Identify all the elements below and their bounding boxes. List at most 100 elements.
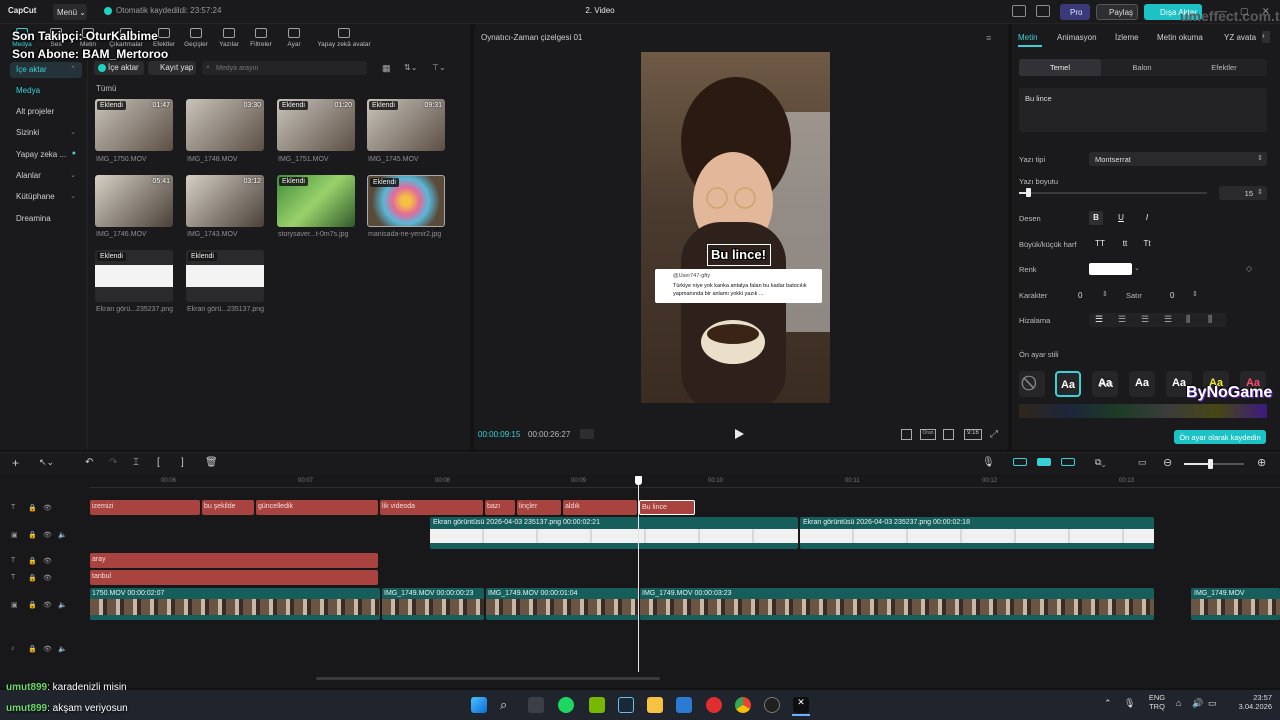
capcut-icon[interactable]: ✕: [793, 697, 809, 713]
video-preview[interactable]: [641, 52, 830, 403]
size-slider-knob[interactable]: [1026, 188, 1032, 197]
tab-animation[interactable]: Animasyon: [1057, 33, 1097, 42]
align-right-icon[interactable]: ☰: [1141, 314, 1149, 325]
subtab-bubble[interactable]: Balon: [1101, 59, 1183, 76]
toolbar-ai-avatar[interactable]: Yapay zekâ avatar: [314, 26, 374, 52]
align-justify-icon[interactable]: ☰: [1164, 314, 1172, 325]
video-clip[interactable]: IMG_1749.MOV 00:00:01:04: [486, 588, 638, 620]
timeline-scrollbar[interactable]: [316, 677, 660, 680]
text-clip[interactable]: aldık: [563, 500, 637, 515]
media-thumb[interactable]: 05:41: [95, 175, 173, 227]
stepper-icon[interactable]: ⇕: [1102, 290, 1108, 298]
text-clip[interactable]: güncelledik: [256, 500, 378, 515]
sidebar-item-subprojects[interactable]: Alt projeler: [10, 104, 82, 120]
align-vertical-icon[interactable]: ⫼: [1186, 314, 1190, 325]
ratio-button[interactable]: Oran: [920, 429, 936, 440]
media-search-input[interactable]: [202, 61, 367, 75]
subtab-effects[interactable]: Efektler: [1183, 59, 1265, 76]
preset-row-2[interactable]: [1019, 404, 1267, 418]
delete-icon[interactable]: 🗑: [205, 457, 218, 468]
bold-button[interactable]: B: [1089, 211, 1103, 225]
preview-axis-icon[interactable]: [1061, 458, 1075, 466]
layout-icon[interactable]: [1012, 5, 1026, 17]
lock-icon[interactable]: 🔒: [28, 574, 37, 582]
lock-icon[interactable]: 🔒: [28, 557, 37, 565]
keyboard-icon[interactable]: [1036, 5, 1050, 17]
sidebar-item-yours[interactable]: Sizinki ⌄: [10, 125, 82, 141]
media-thumb[interactable]: Eklendi: [367, 175, 445, 227]
tab-text[interactable]: Metin: [1018, 33, 1038, 42]
sidebar-item-ai[interactable]: Yapay zeka ... ●: [10, 147, 82, 163]
lock-icon[interactable]: 🔒: [28, 601, 37, 609]
size-input[interactable]: 15 ⇕: [1219, 186, 1267, 200]
text-clip[interactable]: linçler: [517, 500, 561, 515]
keyframe-icon[interactable]: ◇: [1246, 264, 1252, 273]
align-bottom-icon[interactable]: ⫼: [1208, 314, 1212, 325]
filter-icon[interactable]: ⊤⌄: [432, 63, 446, 72]
fullscreen-icon[interactable]: ⤢: [990, 429, 998, 440]
preset-style-2[interactable]: Aa: [1092, 371, 1118, 397]
steam-icon[interactable]: [618, 697, 634, 713]
windows-start-icon[interactable]: [471, 697, 487, 713]
image-clip[interactable]: Ekran görüntüsü 2026-04-03 235137.png 00…: [430, 517, 798, 549]
image-clip[interactable]: Ekran görüntüsü 2026-04-03 235237.png 00…: [800, 517, 1154, 549]
zoom-slider-knob[interactable]: [1208, 459, 1213, 469]
media-thumb[interactable]: 03:12: [186, 175, 264, 227]
line-spacing-value[interactable]: 0: [1170, 291, 1174, 300]
crop-icon[interactable]: [901, 429, 912, 440]
eye-icon[interactable]: 👁: [43, 504, 52, 512]
aspect-ratio-button[interactable]: 9:16: [964, 429, 982, 440]
text-clip[interactable]: lik videoda: [380, 500, 483, 515]
font-select[interactable]: Montserrat ⇕: [1089, 152, 1267, 166]
sort-icon[interactable]: ⇅⌄: [404, 63, 417, 72]
speaker-icon[interactable]: 🔈: [58, 531, 67, 539]
battery-icon[interactable]: ▭: [1208, 698, 1217, 709]
subtab-basic[interactable]: Temel: [1019, 59, 1101, 76]
media-thumb[interactable]: Eklendi: [95, 250, 173, 302]
eye-icon[interactable]: 👁: [43, 601, 52, 609]
snap-icon[interactable]: ⧉⌄: [1095, 457, 1106, 468]
timeline-toggle-icon[interactable]: [580, 429, 594, 439]
underline-button[interactable]: U: [1114, 211, 1128, 225]
file-explorer-icon[interactable]: [647, 697, 663, 713]
eye-icon[interactable]: 👁: [43, 557, 52, 565]
media-thumb[interactable]: 03:30: [186, 99, 264, 151]
media-thumb[interactable]: Eklendi 01:47: [95, 99, 173, 151]
chrome-icon[interactable]: [735, 697, 751, 713]
video-clip[interactable]: IMG_1749.MOV: [1191, 588, 1280, 620]
menu-icon[interactable]: ≡: [986, 33, 991, 43]
eye-icon[interactable]: 👁: [43, 531, 52, 539]
italic-button[interactable]: I: [1140, 211, 1154, 225]
caption-icon[interactable]: ▭: [1138, 457, 1147, 468]
chevron-down-icon[interactable]: ⌄: [1134, 264, 1140, 272]
playhead[interactable]: [638, 478, 639, 672]
task-view-icon[interactable]: [528, 697, 544, 713]
lock-icon[interactable]: 🔒: [28, 645, 37, 653]
sidebar-item-spaces[interactable]: Alanlar ⌄: [10, 168, 82, 184]
stepper-icon[interactable]: ⇕: [1192, 290, 1198, 298]
magnet-icon[interactable]: [1037, 458, 1051, 466]
tab-ai-avatar[interactable]: YZ avata: [1224, 33, 1256, 42]
text-clip[interactable]: tanbul: [90, 570, 378, 585]
clock[interactable]: 23:57 3.04.2026: [1226, 693, 1272, 711]
eye-icon[interactable]: 👁: [43, 645, 52, 653]
microphone-icon[interactable]: 🎙: [982, 457, 995, 468]
search-icon[interactable]: ⌕: [500, 697, 516, 713]
video-clip[interactable]: 1750.MOV 00:00:02:07: [90, 588, 380, 620]
menu-button[interactable]: Menü ⌄: [53, 4, 87, 20]
link-clips-icon[interactable]: [1013, 458, 1027, 466]
text-content-field[interactable]: Bu lince: [1019, 88, 1267, 132]
pro-button[interactable]: Pro: [1060, 4, 1090, 20]
zoom-out-icon[interactable]: ⊖: [1163, 456, 1172, 469]
sidebar-item-library[interactable]: Kütüphane ⌄: [10, 189, 82, 205]
screenshot-icon[interactable]: [943, 429, 954, 440]
zoom-in-icon[interactable]: ⊕: [1257, 456, 1266, 469]
size-slider-track[interactable]: [1019, 192, 1207, 194]
obs-icon[interactable]: [764, 697, 780, 713]
case-lower-button[interactable]: tt: [1117, 237, 1133, 251]
speaker-icon[interactable]: 🔈: [58, 645, 67, 653]
eye-icon[interactable]: 👁: [43, 574, 52, 582]
media-thumb[interactable]: Eklendi 09:31: [367, 99, 445, 151]
tab-tracking[interactable]: İzleme: [1115, 33, 1139, 42]
network-icon[interactable]: ⌂: [1176, 698, 1181, 708]
